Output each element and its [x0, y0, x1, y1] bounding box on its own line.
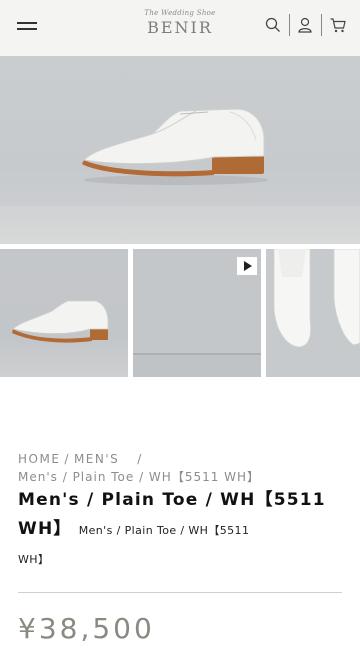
white-shoe-illustration	[82, 108, 268, 185]
menu-icon[interactable]	[17, 20, 37, 32]
thumbnail-video[interactable]	[133, 249, 261, 377]
breadcrumb: HOME / MEN'S / Men's / Plain Toe / WH【5511 …	[18, 450, 338, 486]
shoe-closeup-image	[273, 249, 360, 348]
product-title: Men's / Plain Toe / WH【5511 WH】 Men's / …	[18, 486, 346, 545]
product-title-block: Men's / Plain Toe / WH【5511 WH】 Men's / …	[18, 486, 346, 567]
breadcrumb-mens[interactable]: MEN'S	[74, 452, 119, 466]
divider	[18, 592, 342, 593]
thumbnail-1[interactable]	[0, 249, 128, 377]
breadcrumb-current: Men's / Plain Toe / WH【5511 WH】	[18, 470, 261, 484]
header-divider	[289, 14, 290, 36]
site-logo[interactable]: The Wedding Shoe BENIR	[130, 8, 230, 38]
logo-tagline: The Wedding Shoe	[144, 9, 216, 17]
account-icon[interactable]	[296, 16, 314, 34]
cart-icon[interactable]	[329, 16, 347, 34]
product-price: ¥38,500	[18, 612, 155, 645]
shoe-thumbnail-image	[12, 300, 109, 343]
breadcrumb-home[interactable]: HOME	[18, 452, 60, 466]
thumbnail-3[interactable]	[266, 249, 360, 377]
breadcrumb-separator: /	[64, 452, 70, 466]
breadcrumb-separator: /	[137, 452, 143, 466]
product-hero-image[interactable]	[0, 56, 360, 244]
thumbnail-strip	[0, 249, 360, 377]
header-divider	[321, 14, 322, 36]
play-icon[interactable]	[237, 257, 257, 275]
product-subtitle-wrap: WH】	[18, 553, 50, 566]
search-icon[interactable]	[264, 16, 282, 34]
product-subtitle: Men's / Plain Toe / WH【5511	[78, 524, 250, 537]
logo-wordmark: BENIR	[147, 18, 213, 37]
site-header: The Wedding Shoe BENIR	[0, 0, 360, 56]
